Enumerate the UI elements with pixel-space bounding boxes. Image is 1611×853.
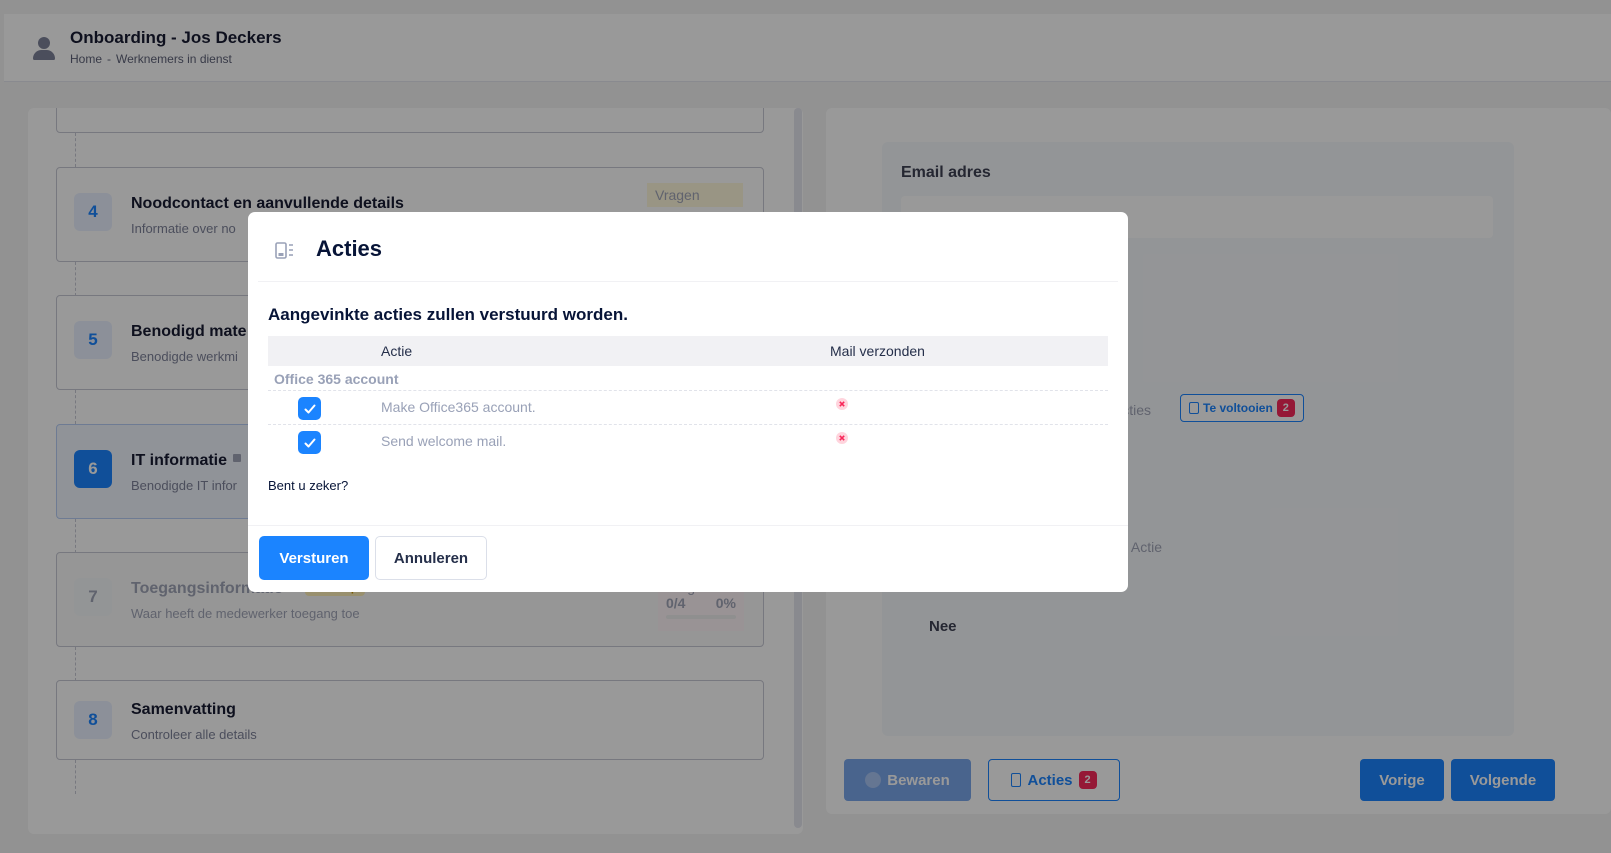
actions-icon (275, 242, 293, 259)
action-checkbox[interactable] (298, 431, 321, 454)
checkmark-icon (304, 438, 315, 447)
column-mail-verzonden: Mail verzonden (830, 343, 925, 359)
column-actie: Actie (381, 343, 413, 359)
table-row: Send welcome mail. (268, 425, 1108, 459)
modal-title: Acties (316, 236, 383, 261)
mail-not-sent-icon (836, 398, 848, 410)
action-label: Send welcome mail. (381, 433, 507, 449)
confirmation-question: Bent u zeker? (268, 478, 349, 493)
modal-header: Acties (258, 212, 1118, 282)
table-header: Actie Mail verzonden (268, 336, 1108, 366)
group-label: Office 365 account (274, 371, 399, 387)
table-row: Make Office365 account. (268, 391, 1108, 425)
acties-modal: Acties Aangevinkte acties zullen verstuu… (248, 212, 1128, 592)
modal-subtitle: Aangevinkte acties zullen verstuurd word… (268, 305, 628, 324)
action-label: Make Office365 account. (381, 399, 536, 415)
versturen-button[interactable]: Versturen (259, 536, 369, 580)
checkmark-icon (304, 404, 315, 413)
table-group-row: Office 365 account (268, 366, 1108, 391)
annuleren-button[interactable]: Annuleren (375, 536, 487, 580)
mail-not-sent-icon (836, 432, 848, 444)
action-checkbox[interactable] (298, 397, 321, 420)
modal-footer: Versturen Annuleren (248, 525, 1128, 580)
actions-table: Actie Mail verzonden Office 365 account … (268, 336, 1108, 459)
